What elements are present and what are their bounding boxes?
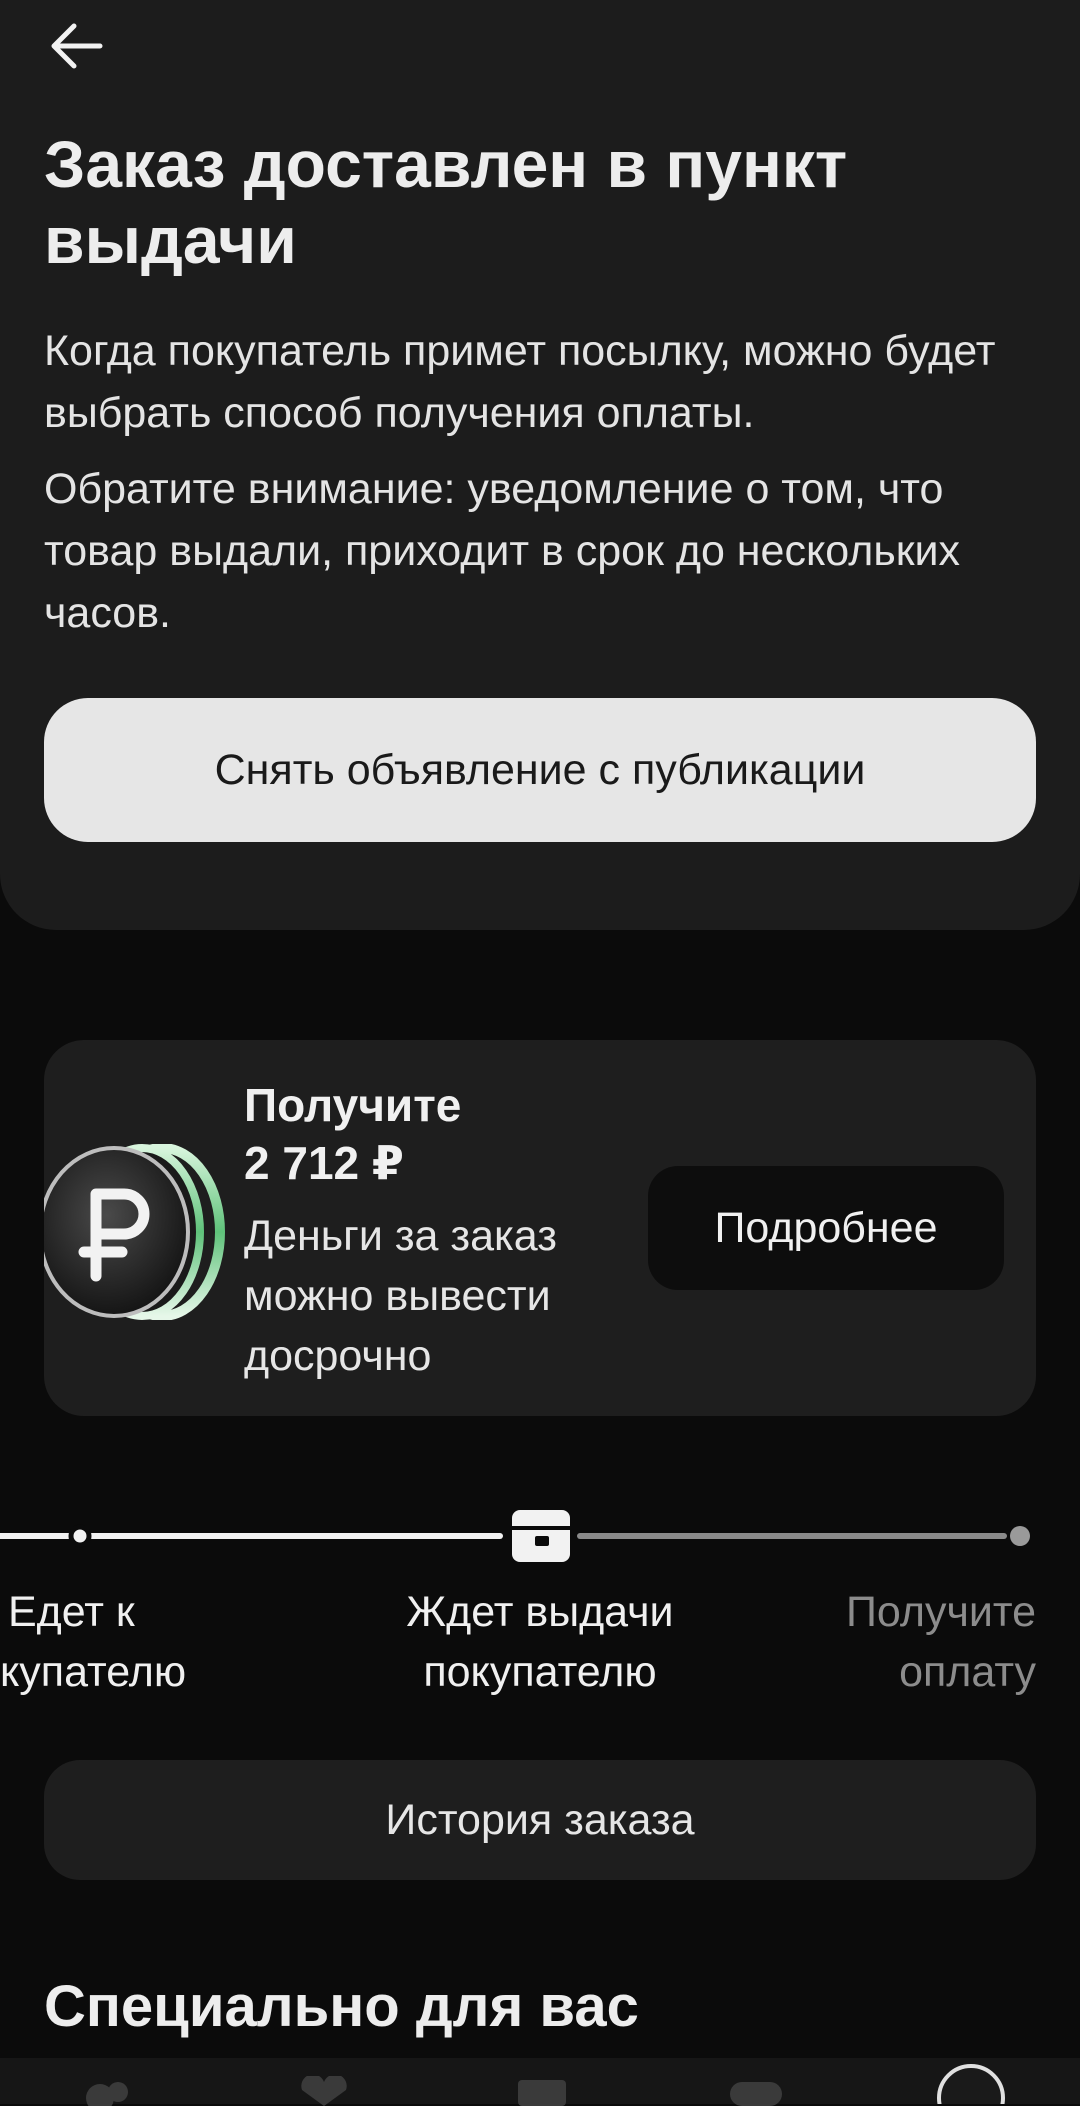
promo-description: Деньги за заказ можно вывести досрочно	[244, 1212, 557, 1380]
step-label-3-line2: оплату	[899, 1648, 1036, 1696]
step-label-2-line1: Ждет выдачи	[406, 1588, 674, 1636]
promo-title-line: Получите	[244, 1079, 462, 1131]
order-status-card: Заказ доставлен в пункт выдачи Когда пок…	[0, 0, 1080, 930]
status-description: Когда покупатель примет посылку, можно б…	[44, 327, 996, 437]
early-payout-card: Получите 2 712 ₽ Деньги за заказ можно в…	[38, 1040, 1036, 1416]
ruble-coin-icon	[38, 1143, 234, 1321]
order-history-button[interactable]: История заказа	[44, 1760, 1036, 1880]
step-label-2-line2: покупателю	[423, 1648, 657, 1696]
promo-title: Получите 2 712 ₽	[244, 1076, 461, 1192]
notice-text: Обратите внимание: уведомление о том, чт…	[44, 465, 961, 637]
step-label-3-line1: Получите	[845, 1588, 1036, 1636]
unpublish-button[interactable]: Снять объявление с публикации	[44, 698, 1036, 842]
bottom-navigation	[0, 2058, 1080, 2106]
nav-profile-avatar-icon[interactable]	[936, 2062, 1006, 2104]
step-label-1: Едет к купателю	[0, 1582, 220, 1702]
arrow-left-icon	[51, 23, 103, 69]
order-progress-tracker	[0, 1510, 1030, 1562]
step-dot-pending	[1010, 1526, 1030, 1546]
step-label-2: Ждет выдачи покупателю	[340, 1582, 740, 1702]
box-icon	[512, 1510, 570, 1562]
back-button[interactable]	[40, 14, 112, 78]
nav-post-icon[interactable]	[512, 2076, 572, 2106]
nav-messages-icon[interactable]	[726, 2076, 786, 2106]
step-label-1-line2: купателю	[0, 1648, 187, 1696]
more-details-button[interactable]: Подробнее	[648, 1166, 1004, 1290]
payout-amount: 2 712 ₽	[244, 1137, 404, 1189]
nav-home-icon[interactable]	[78, 2076, 138, 2106]
step-label-3: Получите оплату	[760, 1582, 1036, 1702]
step-dot-done	[68, 1524, 92, 1548]
page-title: Заказ доставлен в пункт выдачи	[44, 127, 848, 277]
nav-favorites-icon[interactable]	[294, 2076, 354, 2106]
section-title: Специально для вас	[44, 1974, 639, 2039]
step-label-1-line1: Едет к	[8, 1588, 135, 1636]
